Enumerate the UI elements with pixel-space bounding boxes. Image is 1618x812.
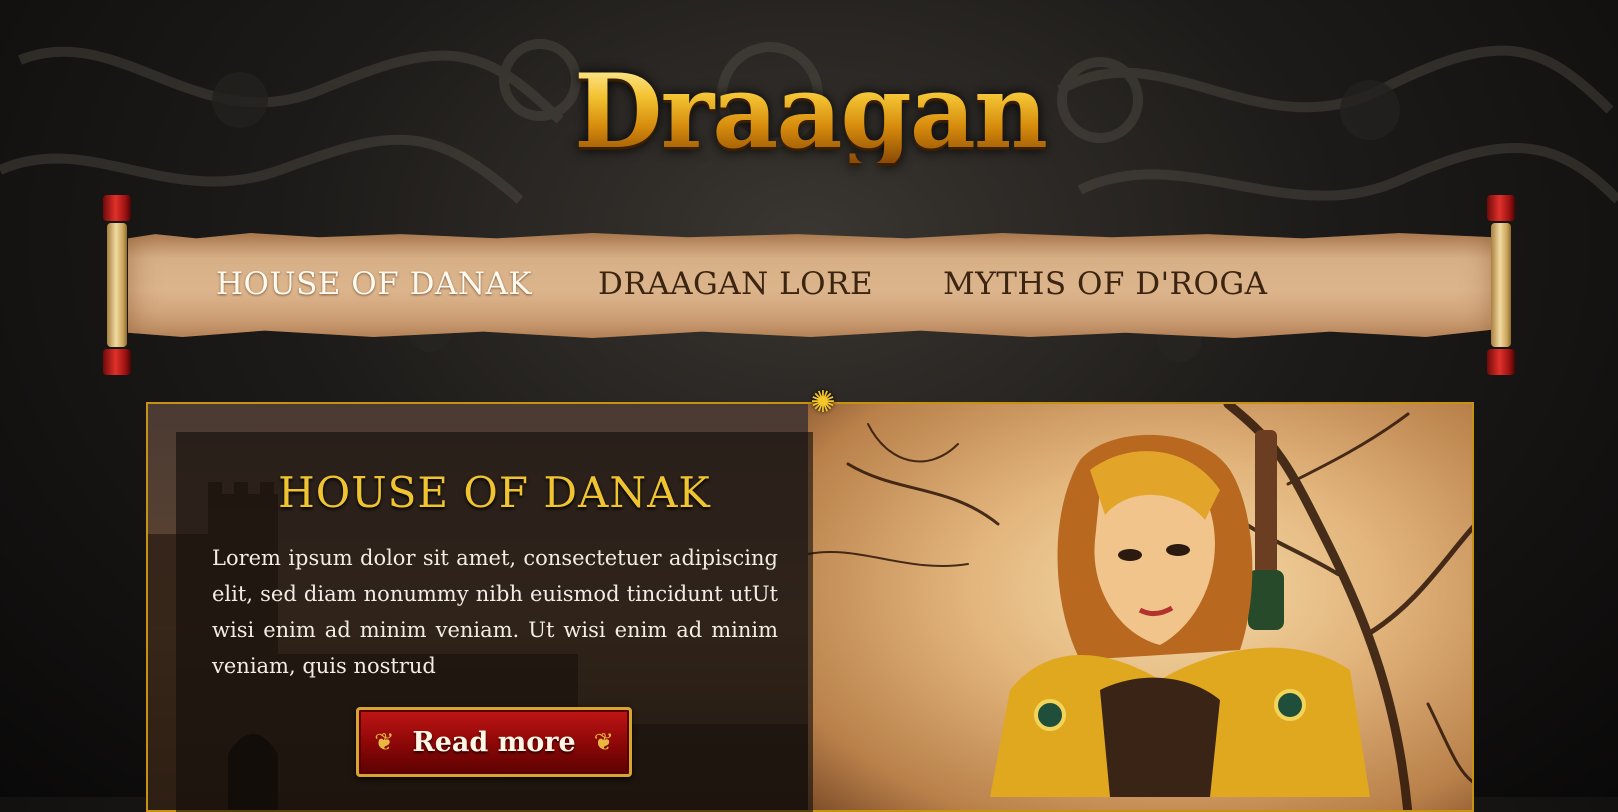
flourish-icon: ❦ bbox=[374, 728, 395, 756]
sun-ornament-icon: ✺ bbox=[810, 385, 836, 420]
feature-body-text: Lorem ipsum dolor sit amet, consectetuer… bbox=[212, 546, 778, 678]
read-more-button[interactable]: ❦ Read more ❦ bbox=[356, 707, 632, 777]
flourish-icon: ❦ bbox=[593, 728, 614, 756]
warrior-character-illustration bbox=[990, 430, 1370, 797]
feature-heading: HOUSE OF DANAK bbox=[278, 468, 711, 517]
scroll-rod-right bbox=[1484, 195, 1518, 375]
nav-item-draagan-lore[interactable]: DRAAGAN LORE bbox=[598, 266, 873, 302]
scroll-rod-left bbox=[100, 195, 134, 375]
site-logo[interactable]: Draagan bbox=[574, 42, 1048, 182]
logo-text: Draagan bbox=[574, 52, 1048, 172]
nav-item-house-of-danak[interactable]: HOUSE OF DANAK bbox=[216, 266, 532, 302]
read-more-label: Read more bbox=[412, 726, 576, 758]
nav-item-myths-of-droga[interactable]: MYTHS OF D'ROGA bbox=[943, 266, 1268, 302]
